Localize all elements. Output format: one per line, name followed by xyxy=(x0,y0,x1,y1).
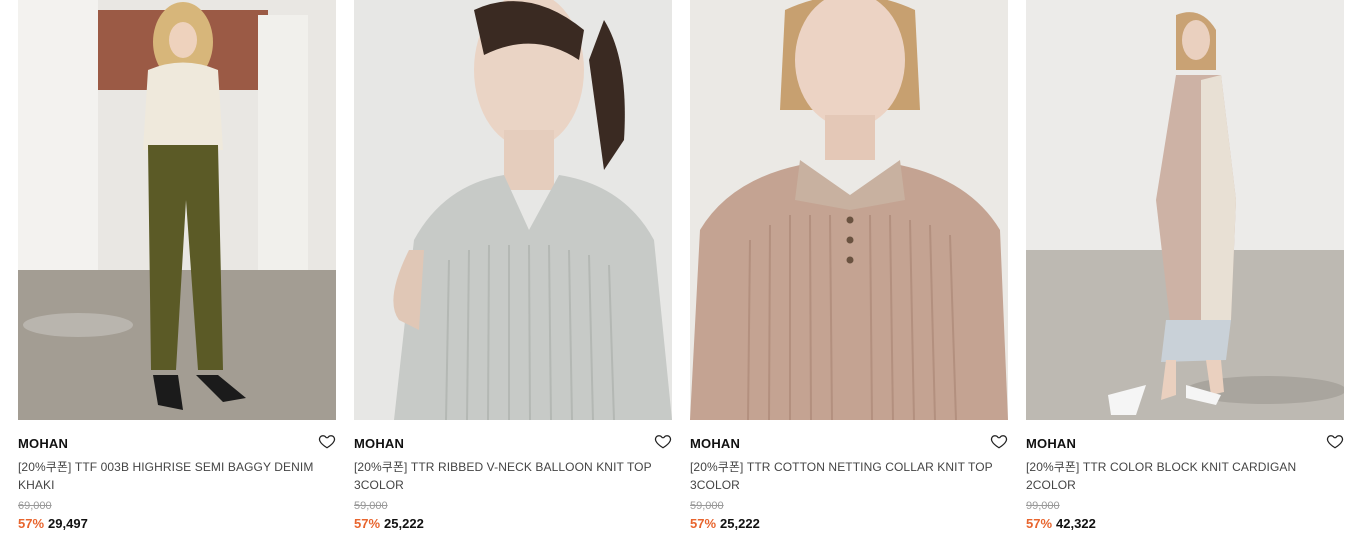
original-price: 69,000 xyxy=(18,500,52,512)
original-price: 59,000 xyxy=(690,500,724,512)
brand-name[interactable]: MOHAN xyxy=(690,436,740,451)
brand-name[interactable]: MOHAN xyxy=(354,436,404,451)
price-row: 57% 42,322 xyxy=(1026,516,1096,531)
heart-outline-icon[interactable] xyxy=(318,432,336,450)
sale-price: 42,322 xyxy=(1056,516,1096,531)
product-image[interactable] xyxy=(1026,0,1344,420)
brand-name[interactable]: MOHAN xyxy=(1026,436,1076,451)
discount-rate: 57% xyxy=(18,516,45,531)
price-row: 57% 25,222 xyxy=(690,516,760,531)
product-card[interactable]: MOHAN [20%쿠폰] TTR COLOR BLOCK KNIT CARDI… xyxy=(1026,0,1344,533)
sale-price: 29,497 xyxy=(48,516,88,531)
product-name[interactable]: [20%쿠폰] TTR COTTON NETTING COLLAR KNIT T… xyxy=(690,458,1000,494)
original-price: 59,000 xyxy=(354,500,388,512)
product-card[interactable]: MOHAN [20%쿠폰] TTR RIBBED V-NECK BALLOON … xyxy=(354,0,672,533)
product-image[interactable] xyxy=(18,0,336,420)
price-row: 57% 29,497 xyxy=(18,516,88,531)
discount-rate: 57% xyxy=(1026,516,1053,531)
discount-rate: 57% xyxy=(690,516,717,531)
heart-outline-icon[interactable] xyxy=(1326,432,1344,450)
product-name[interactable]: [20%쿠폰] TTR COLOR BLOCK KNIT CARDIGAN 2C… xyxy=(1026,458,1336,494)
product-image[interactable] xyxy=(690,0,1008,420)
product-card[interactable]: MOHAN [20%쿠폰] TTR COTTON NETTING COLLAR … xyxy=(690,0,1008,533)
product-image[interactable] xyxy=(354,0,672,420)
product-name[interactable]: [20%쿠폰] TTR RIBBED V-NECK BALLOON KNIT T… xyxy=(354,458,664,494)
discount-rate: 57% xyxy=(354,516,381,531)
original-price: 99,000 xyxy=(1026,500,1060,512)
product-name[interactable]: [20%쿠폰] TTF 003B HIGHRISE SEMI BAGGY DEN… xyxy=(18,458,328,494)
heart-outline-icon[interactable] xyxy=(990,432,1008,450)
product-card[interactable]: MOHAN [20%쿠폰] TTF 003B HIGHRISE SEMI BAG… xyxy=(18,0,336,533)
brand-name[interactable]: MOHAN xyxy=(18,436,68,451)
sale-price: 25,222 xyxy=(720,516,760,531)
sale-price: 25,222 xyxy=(384,516,424,531)
product-grid: MOHAN [20%쿠폰] TTF 003B HIGHRISE SEMI BAG… xyxy=(18,0,1344,533)
price-row: 57% 25,222 xyxy=(354,516,424,531)
heart-outline-icon[interactable] xyxy=(654,432,672,450)
